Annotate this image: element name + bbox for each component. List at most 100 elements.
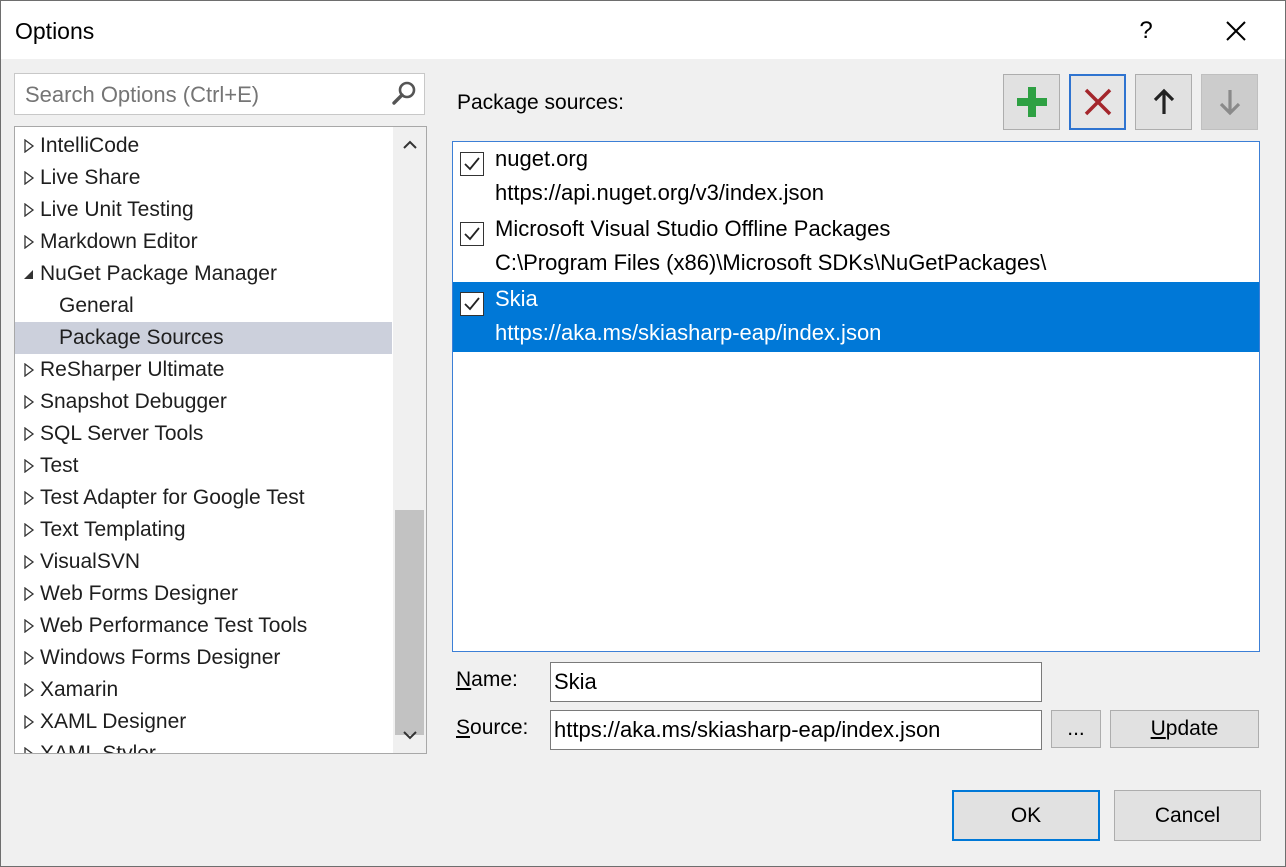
expanded-arrow-icon[interactable] — [23, 267, 35, 281]
collapsed-arrow-icon[interactable] — [23, 171, 35, 185]
tree-item[interactable]: Test Adapter for Google Test — [15, 482, 392, 514]
collapsed-arrow-icon[interactable] — [23, 139, 35, 153]
source-label: Source: — [456, 716, 529, 739]
tree-item-label: Text Templating — [40, 518, 186, 541]
source-name: Skia — [495, 286, 538, 311]
tree-item[interactable]: XAML Styler — [15, 738, 392, 754]
tree-item-label: Live Share — [40, 166, 141, 189]
tree-item[interactable]: Text Templating — [15, 514, 392, 546]
tree-item[interactable]: General — [15, 290, 392, 322]
help-button[interactable]: ? — [1123, 11, 1169, 51]
tree-item[interactable]: Markdown Editor — [15, 226, 392, 258]
tree-item[interactable]: Xamarin — [15, 674, 392, 706]
name-field[interactable] — [550, 662, 1042, 702]
collapsed-arrow-icon[interactable] — [23, 459, 35, 473]
collapsed-arrow-icon[interactable] — [23, 395, 35, 409]
name-label: Name: — [456, 668, 518, 691]
source-field[interactable] — [550, 710, 1042, 750]
source-name: Microsoft Visual Studio Offline Packages — [495, 216, 891, 241]
source-url: https://aka.ms/skiasharp-eap/index.json — [495, 320, 882, 345]
checkmark-icon — [464, 297, 480, 311]
package-source-item[interactable]: nuget.org https://api.nuget.org/v3/index.… — [453, 142, 1259, 212]
package-source-item[interactable]: Skia https://aka.ms/skiasharp-eap/index.j… — [453, 282, 1259, 352]
add-source-button[interactable] — [1003, 74, 1060, 130]
close-icon — [1226, 21, 1246, 41]
tree-item-label: Web Forms Designer — [40, 582, 239, 605]
tree-item[interactable]: Windows Forms Designer — [15, 642, 392, 674]
move-down-button[interactable] — [1201, 74, 1258, 130]
tree-item[interactable]: NuGet Package Manager — [15, 258, 392, 290]
source-enabled-checkbox[interactable] — [460, 292, 484, 316]
collapsed-arrow-icon[interactable] — [23, 619, 35, 633]
collapsed-arrow-icon[interactable] — [23, 203, 35, 217]
source-enabled-checkbox[interactable] — [460, 222, 484, 246]
tree-item-label: General — [59, 294, 134, 317]
collapsed-arrow-icon[interactable] — [23, 235, 35, 249]
chevron-down-icon — [402, 731, 417, 740]
collapsed-arrow-icon[interactable] — [23, 491, 35, 505]
package-sources-list[interactable]: nuget.org https://api.nuget.org/v3/index.… — [452, 141, 1260, 652]
tree-item-label: SQL Server Tools — [40, 422, 204, 445]
plus-icon — [1016, 87, 1047, 117]
update-button[interactable]: Update — [1110, 710, 1259, 748]
checkmark-icon — [464, 157, 480, 171]
collapsed-arrow-icon[interactable] — [23, 363, 35, 377]
collapsed-arrow-icon[interactable] — [23, 651, 35, 665]
tree-item[interactable]: Package Sources — [15, 322, 392, 354]
options-tree[interactable]: IntelliCode Live Share Live Unit Testing Ma… — [14, 126, 427, 754]
remove-icon — [1084, 88, 1111, 116]
source-enabled-checkbox[interactable] — [460, 152, 484, 176]
collapsed-arrow-icon[interactable] — [23, 427, 35, 441]
tree-scrollbar[interactable] — [393, 127, 426, 753]
tree-item-label: VisualSVN — [40, 550, 140, 573]
tree-item[interactable]: Live Unit Testing — [15, 194, 392, 226]
tree-item[interactable]: VisualSVN — [15, 546, 392, 578]
tree-item-label: XAML Designer — [40, 710, 187, 733]
package-source-item[interactable]: Microsoft Visual Studio Offline Packages… — [453, 212, 1259, 282]
title-bar: Options ? — [1, 1, 1285, 59]
source-name: nuget.org — [495, 146, 588, 171]
source-url: C:\Program Files (x86)\Microsoft SDKs\Nu… — [495, 250, 1047, 275]
tree-item[interactable]: Live Share — [15, 162, 392, 194]
tree-item-label: Test — [40, 454, 79, 477]
scroll-up-button[interactable] — [393, 129, 426, 161]
collapsed-arrow-icon[interactable] — [23, 587, 35, 601]
remove-source-button[interactable] — [1069, 74, 1126, 130]
search-input[interactable] — [23, 78, 387, 112]
move-up-button[interactable] — [1135, 74, 1192, 130]
tree-item[interactable]: ReSharper Ultimate — [15, 354, 392, 386]
scroll-down-button[interactable] — [393, 719, 426, 751]
tree-item-label: Markdown Editor — [40, 230, 198, 253]
tree-item[interactable]: Snapshot Debugger — [15, 386, 392, 418]
tree-item[interactable]: Web Forms Designer — [15, 578, 392, 610]
close-button[interactable] — [1213, 11, 1259, 51]
tree-item-label: Snapshot Debugger — [40, 390, 227, 413]
tree-list: IntelliCode Live Share Live Unit Testing Ma… — [15, 130, 392, 754]
tree-item-label: NuGet Package Manager — [40, 262, 277, 285]
collapsed-arrow-icon[interactable] — [23, 555, 35, 569]
tree-item-label: Windows Forms Designer — [40, 646, 281, 669]
tree-item-label: Package Sources — [59, 326, 224, 349]
search-box[interactable] — [14, 73, 425, 115]
scroll-thumb[interactable] — [395, 510, 424, 735]
search-icon — [392, 81, 416, 105]
tree-item[interactable]: Web Performance Test Tools — [15, 610, 392, 642]
collapsed-arrow-icon[interactable] — [23, 683, 35, 697]
package-sources-label: Package sources: — [457, 91, 624, 114]
tree-item[interactable]: SQL Server Tools — [15, 418, 392, 450]
collapsed-arrow-icon[interactable] — [23, 523, 35, 537]
collapsed-arrow-icon[interactable] — [23, 747, 35, 754]
chevron-up-icon — [402, 140, 417, 149]
tree-item-label: XAML Styler — [40, 742, 156, 754]
ok-button[interactable]: OK — [952, 790, 1100, 841]
tree-item-label: Xamarin — [40, 678, 119, 701]
arrow-up-icon — [1153, 88, 1174, 114]
browse-button[interactable]: ... — [1051, 710, 1101, 748]
collapsed-arrow-icon[interactable] — [23, 715, 35, 729]
tree-item[interactable]: IntelliCode — [15, 130, 392, 162]
arrow-down-icon — [1219, 90, 1240, 116]
tree-item-label: IntelliCode — [40, 134, 140, 157]
tree-item[interactable]: XAML Designer — [15, 706, 392, 738]
tree-item[interactable]: Test — [15, 450, 392, 482]
cancel-button[interactable]: Cancel — [1114, 790, 1261, 841]
